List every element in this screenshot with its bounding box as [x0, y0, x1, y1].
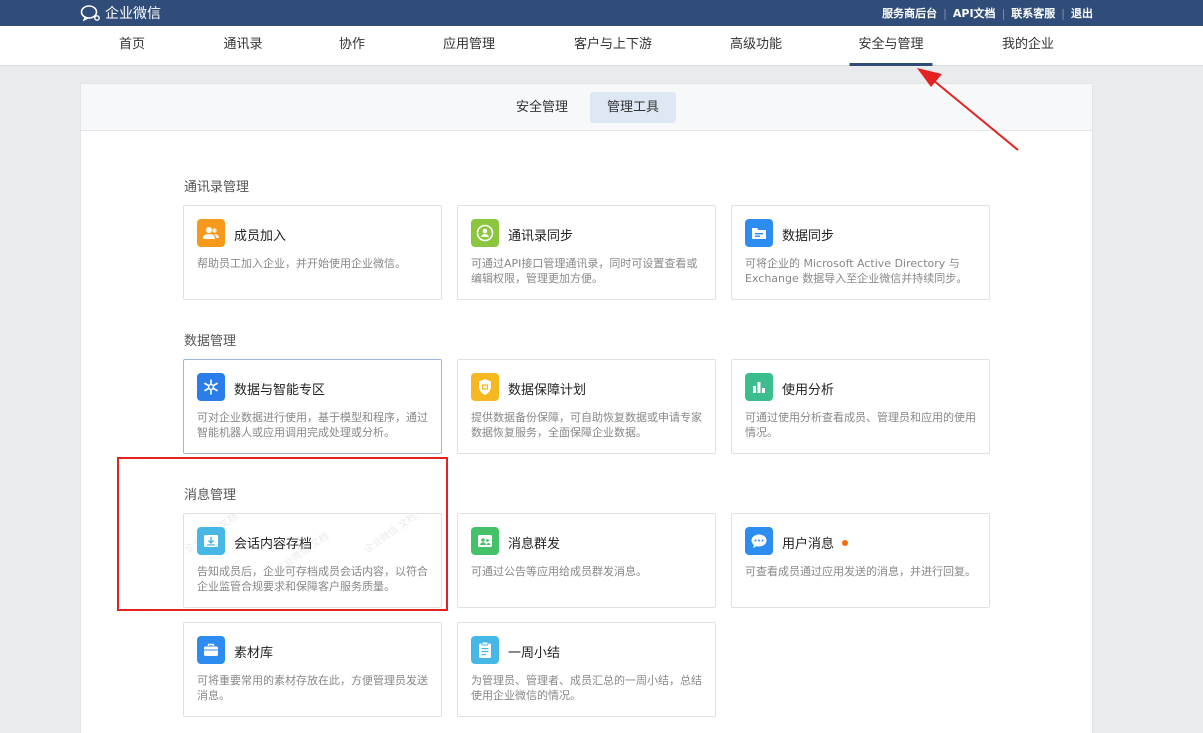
card-title: 一周小结 [508, 646, 561, 661]
section-title-contacts: 通讯录管理 [184, 180, 250, 195]
clipboard-icon [471, 636, 499, 664]
nav-contacts[interactable]: 通讯录 [223, 26, 262, 66]
data-sync-icon [745, 219, 773, 247]
section-title-data: 数据管理 [184, 334, 237, 349]
card-data-sync[interactable]: 数据同步 可将企业的 Microsoft Active Directory 与 … [731, 205, 990, 300]
card-description: 帮助员工加入企业，并开始使用企业微信。 [197, 257, 406, 270]
divider: | [1061, 6, 1065, 20]
chat-bubble-icon [745, 527, 773, 555]
card-title: 数据保障计划 [508, 383, 587, 398]
card-description: 可通过使用分析查看成员、管理员和应用的使用情况。 [745, 411, 976, 439]
card-data-ai[interactable]: 数据与智能专区 可对企业数据进行使用，基于模型和程序，通过智能机器人或应用调用完… [183, 359, 442, 454]
top-bar: 企业微信 服务商后台 | API文档 | 联系客服 | 退出 [0, 0, 1203, 26]
annotation-highlight-box [117, 457, 448, 611]
card-description: 可将重要常用的素材存放在此，方便管理员发送消息。 [197, 674, 428, 702]
card-description: 可查看成员通过应用发送的消息，并进行回复。 [745, 565, 976, 578]
card-weekly-summary[interactable]: 一周小结 为管理员、管理者、成员汇总的一周小结，总结使用企业微信的情况。 [457, 622, 716, 717]
card-title: 消息群发 [508, 537, 561, 552]
card-description: 可对企业数据进行使用，基于模型和程序，通过智能机器人或应用调用完成处理或分析。 [197, 411, 428, 439]
card-description: 提供数据备份保障，可自助恢复数据或申请专家数据恢复服务，全面保障企业数据。 [471, 411, 702, 439]
divider: | [1001, 6, 1006, 20]
card-description: 可将企业的 Microsoft Active Directory 与 Excha… [745, 257, 968, 285]
briefcase-icon [197, 636, 225, 664]
card-materials[interactable]: 素材库 可将重要常用的素材存放在此，方便管理员发送消息。 [183, 622, 442, 717]
snowflake-icon [197, 373, 225, 401]
card-member-join[interactable]: 成员加入 帮助员工加入企业，并开始使用企业微信。 [183, 205, 442, 300]
new-badge-dot [842, 540, 849, 546]
api-docs-link[interactable]: API文档 [953, 5, 996, 21]
bar-chart-icon [745, 373, 773, 401]
sub-tabs: 安全管理 管理工具 [81, 84, 1092, 131]
wecom-logo-icon [80, 5, 100, 22]
tab-management-tools[interactable]: 管理工具 [590, 92, 677, 123]
contact-support-link[interactable]: 联系客服 [1011, 5, 1055, 21]
card-usage-analysis[interactable]: 使用分析 可通过使用分析查看成员、管理员和应用的使用情况。 [731, 359, 990, 454]
member-join-icon [197, 219, 225, 247]
service-provider-link[interactable]: 服务商后台 [882, 5, 937, 21]
logo-text: 企业微信 [105, 6, 161, 22]
card-title: 通讯录同步 [508, 229, 574, 244]
mass-message-icon [471, 527, 499, 555]
nav-collaboration[interactable]: 协作 [339, 26, 365, 66]
card-description: 可通过公告等应用给成员群发消息。 [471, 565, 647, 578]
nav-my-company[interactable]: 我的企业 [1002, 26, 1054, 66]
card-description: 可通过API接口管理通讯录，同时可设置查看或编辑权限，管理更加方便。 [471, 257, 698, 285]
logout-link[interactable]: 退出 [1071, 5, 1093, 21]
nav-security[interactable]: 安全与管理 [849, 26, 933, 66]
shield-icon [471, 373, 499, 401]
card-mass-message[interactable]: 消息群发 可通过公告等应用给成员群发消息。 [457, 513, 716, 608]
card-title: 素材库 [234, 646, 274, 661]
nav-app-management[interactable]: 应用管理 [443, 26, 495, 66]
nav-home[interactable]: 首页 [119, 26, 145, 66]
card-title-text: 用户消息 [782, 537, 835, 552]
tab-security-management[interactable]: 安全管理 [499, 92, 585, 123]
main-nav: 首页 通讯录 协作 应用管理 客户与上下游 高级功能 安全与管理 我的企业 [0, 26, 1203, 66]
card-title: 数据与智能专区 [234, 383, 326, 398]
card-title: 用户消息 [782, 533, 849, 552]
card-description: 为管理员、管理者、成员汇总的一周小结，总结使用企业微信的情况。 [471, 674, 702, 702]
top-links: 服务商后台 | API文档 | 联系客服 | 退出 [882, 0, 1093, 26]
contact-sync-icon [471, 219, 499, 247]
card-title: 成员加入 [234, 229, 287, 244]
card-user-messages[interactable]: 用户消息 可查看成员通过应用发送的消息，并进行回复。 [731, 513, 990, 608]
card-data-backup[interactable]: 数据保障计划 提供数据备份保障，可自助恢复数据或申请专家数据恢复服务，全面保障企… [457, 359, 716, 454]
divider: | [943, 6, 947, 20]
card-contact-sync[interactable]: 通讯录同步 可通过API接口管理通讯录，同时可设置查看或编辑权限，管理更加方便。 [457, 205, 716, 300]
nav-customers[interactable]: 客户与上下游 [574, 26, 652, 66]
card-title: 使用分析 [782, 383, 835, 398]
logo[interactable]: 企业微信 [80, 3, 161, 23]
card-title: 数据同步 [782, 229, 835, 244]
nav-advanced[interactable]: 高级功能 [730, 26, 782, 66]
